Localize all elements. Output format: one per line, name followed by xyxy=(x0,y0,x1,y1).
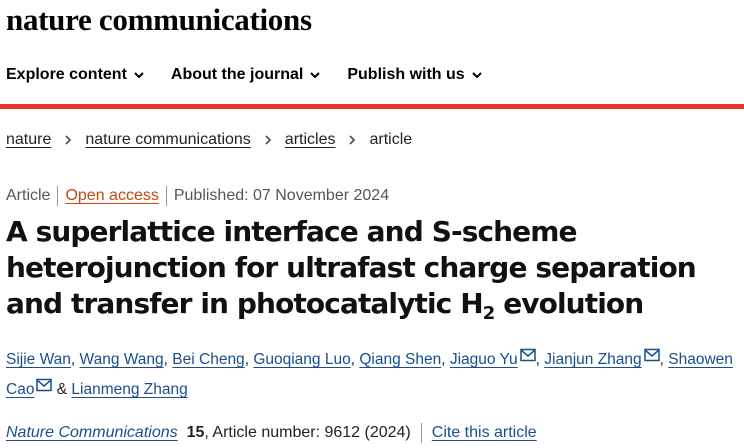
title-subscript: 2 xyxy=(482,303,495,324)
envelope-icon[interactable] xyxy=(519,348,536,362)
chevron-right-icon xyxy=(265,135,272,145)
meta-divider xyxy=(420,423,422,443)
article-number: , Article number: 9612 (2024) xyxy=(204,424,411,441)
breadcrumb-nature-communications[interactable]: nature communications xyxy=(85,131,250,149)
author-list: Sijie Wan, Wang Wang, Bei Cheng, Guoqian… xyxy=(6,345,742,405)
author-link[interactable]: Lianmeng Zhang xyxy=(71,381,187,398)
author-link[interactable]: Jiaguo Yu xyxy=(450,351,518,368)
author-link[interactable]: Qiang Shen xyxy=(359,351,441,368)
nav-explore-content[interactable]: Explore content xyxy=(6,66,145,84)
author-link[interactable]: Jianjun Zhang xyxy=(544,351,641,368)
breadcrumb-current: article xyxy=(369,131,413,148)
nav-label: About the journal xyxy=(170,66,304,83)
chevron-down-icon xyxy=(471,72,482,79)
breadcrumb-articles[interactable]: articles xyxy=(285,131,336,149)
author-link[interactable]: Wang Wang xyxy=(80,351,164,368)
header-divider xyxy=(0,104,744,109)
nav-publish-with-us[interactable]: Publish with us xyxy=(347,66,482,84)
nav-label: Publish with us xyxy=(347,66,465,83)
citation-line: Nature Communications 15 , Article numbe… xyxy=(6,423,537,443)
volume-number: 15 xyxy=(186,424,205,441)
title-text-end: evolution xyxy=(494,287,644,320)
published-date: Published: 07 November 2024 xyxy=(173,187,390,204)
nav-label: Explore content xyxy=(6,66,127,83)
author-link[interactable]: Sijie Wan xyxy=(6,351,71,368)
article-type: Article xyxy=(6,187,51,204)
chevron-down-icon xyxy=(310,72,321,79)
breadcrumb-nature[interactable]: nature xyxy=(6,131,51,149)
cite-this-article-link[interactable]: Cite this article xyxy=(432,424,537,442)
chevron-right-icon xyxy=(349,135,356,145)
article-meta: Article Open access Published: 07 Novemb… xyxy=(6,186,389,206)
open-access-link[interactable]: Open access xyxy=(65,187,158,205)
meta-divider xyxy=(165,186,167,206)
author-link[interactable]: Bei Cheng xyxy=(172,351,244,368)
author-link[interactable]: Guoqiang Luo xyxy=(253,351,350,368)
article-title: A superlattice interface and S-scheme he… xyxy=(6,214,742,324)
site-logo[interactable]: nature communications xyxy=(6,2,312,38)
meta-divider xyxy=(57,186,59,206)
breadcrumb: nature nature communications articles ar… xyxy=(6,131,412,149)
envelope-icon[interactable] xyxy=(643,348,660,362)
chevron-down-icon xyxy=(134,72,144,79)
main-nav: Explore content About the journal Publis… xyxy=(6,66,483,84)
chevron-right-icon xyxy=(65,135,72,145)
nav-about-journal[interactable]: About the journal xyxy=(171,66,321,84)
envelope-icon[interactable] xyxy=(36,378,53,392)
journal-link[interactable]: Nature Communications xyxy=(6,424,178,442)
